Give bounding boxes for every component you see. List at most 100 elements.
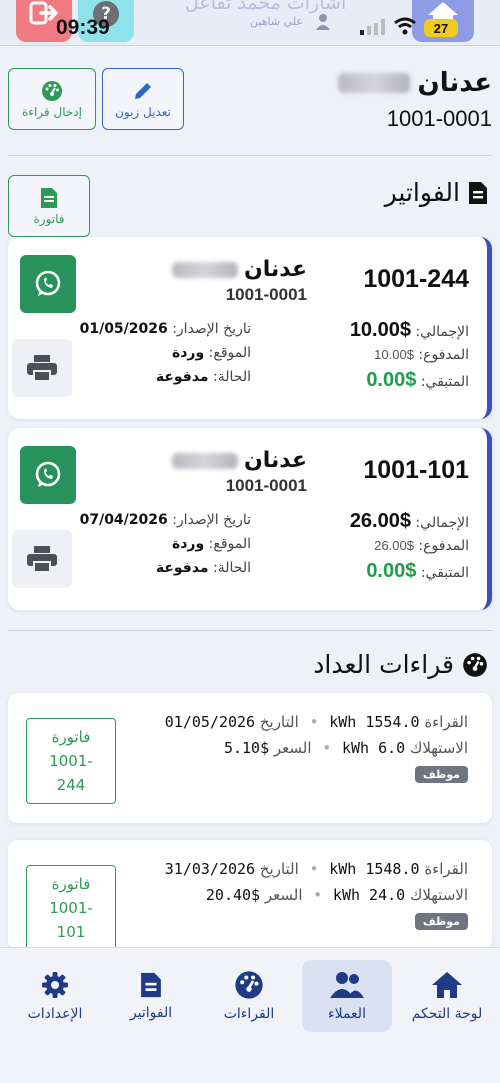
separator-dot: • bbox=[322, 739, 332, 757]
gauge-icon bbox=[235, 971, 263, 999]
reading-invoice-link[interactable]: فاتورة 1001- 101 bbox=[26, 865, 116, 951]
issue-date-label: تاريخ الإصدار: bbox=[172, 512, 251, 528]
total-label: الإجمالي: bbox=[415, 515, 469, 531]
invoice-remaining-row: المتبقي: $0.00 bbox=[366, 369, 469, 392]
invoice-remaining: $0.00 bbox=[366, 560, 417, 582]
status-ghost-subtitle: علي شاهين bbox=[250, 15, 303, 28]
add-invoice-label: فاتورة bbox=[33, 211, 65, 226]
invoice-total: $10.00 bbox=[349, 319, 411, 341]
readings-section-title: قراءات العداد bbox=[313, 650, 488, 679]
invoice-status-row: الحالة: مدفوعة bbox=[156, 369, 251, 385]
whatsapp-button[interactable] bbox=[20, 446, 76, 504]
reading-invoice-label: فاتورة bbox=[51, 875, 91, 893]
invoice-issue-date-row: تاريخ الإصدار: 01/05/2026 bbox=[80, 321, 251, 337]
print-button[interactable] bbox=[12, 530, 72, 588]
battery-icon: 27 bbox=[424, 19, 458, 37]
nav-readings[interactable]: القراءات bbox=[204, 960, 294, 1032]
invoice-remaining: $0.00 bbox=[366, 369, 417, 391]
invoice-customer-name: عدنان bbox=[171, 257, 307, 282]
invoice-status: مدفوعة bbox=[155, 369, 209, 385]
bottom-navigation: لوحة التحكم العملاء القراءات الفواتير ال… bbox=[0, 947, 500, 1083]
reading-consumption-row: الاستهلاك 6.0 kWh • السعر $5.10 bbox=[224, 739, 468, 757]
invoice-icon bbox=[469, 181, 487, 204]
invoice-paid-row: المدفوع: $26.00 bbox=[374, 538, 469, 554]
pencil-icon bbox=[135, 82, 151, 99]
reading-label: القراءة bbox=[424, 860, 468, 878]
reading-price: $5.10 bbox=[223, 739, 270, 757]
status-label: الحالة: bbox=[213, 560, 251, 576]
invoice-location-row: الموقع: وردة bbox=[172, 345, 251, 361]
invoice-total-row: الإجمالي: $10.00 bbox=[350, 319, 469, 342]
divider bbox=[8, 155, 492, 156]
reading-value-row: القراءة 1548.0 kWh • التاريخ 31/03/2026 bbox=[165, 860, 468, 878]
nav-dashboard-label: لوحة التحكم bbox=[411, 1006, 483, 1022]
customer-name: عدنان bbox=[337, 68, 493, 98]
invoice-total-row: الإجمالي: $26.00 bbox=[350, 510, 469, 533]
enter-reading-button[interactable]: إدخال قراءة bbox=[8, 68, 96, 130]
wifi-icon bbox=[394, 17, 416, 35]
reading-consumption-row: الاستهلاك 24.0 kWh • السعر $20.40 bbox=[206, 886, 468, 904]
invoice-customer-first-name: عدنان bbox=[243, 257, 307, 282]
add-invoice-button[interactable]: فاتورة bbox=[8, 175, 90, 237]
nav-settings[interactable]: الإعدادات bbox=[10, 960, 100, 1032]
print-button[interactable] bbox=[12, 339, 72, 397]
status-ghost-title: اشارات محمد تفاعل bbox=[185, 0, 347, 14]
gauge-icon bbox=[42, 80, 62, 101]
paid-label: المدفوع: bbox=[418, 538, 469, 554]
consumption-label: الاستهلاك bbox=[409, 739, 468, 757]
nav-readings-label: القراءات bbox=[223, 1006, 275, 1022]
invoice-card[interactable]: 1001-244 عدنان 1001-0001 الإجمالي: $10.0… bbox=[8, 237, 492, 419]
reading-consumption: 6.0 kWh bbox=[341, 739, 406, 757]
nav-customers-label: العملاء bbox=[328, 1006, 366, 1022]
nav-invoices-label: الفواتير bbox=[129, 1005, 173, 1021]
printer-icon bbox=[27, 546, 57, 573]
location-label: الموقع: bbox=[208, 536, 251, 552]
invoice-location: وردة bbox=[171, 536, 205, 552]
readings-title-text: قراءات العداد bbox=[313, 650, 454, 679]
status-label: الحالة: bbox=[213, 369, 251, 385]
invoice-number: 1001-244 bbox=[363, 265, 469, 293]
reading-card: فاتورة 1001- 101 القراءة 1548.0 kWh • ال… bbox=[8, 840, 492, 951]
invoices-title-text: الفواتير bbox=[384, 178, 460, 207]
paid-label: المدفوع: bbox=[418, 347, 469, 363]
invoice-status-row: الحالة: مدفوعة bbox=[156, 560, 251, 576]
blurred-surname bbox=[171, 452, 238, 469]
printer-icon bbox=[27, 355, 57, 382]
separator-dot: • bbox=[309, 860, 319, 878]
invoice-paid-row: المدفوع: $10.00 bbox=[374, 347, 469, 363]
invoice-icon bbox=[41, 187, 57, 208]
price-label: السعر bbox=[264, 886, 303, 904]
reading-invoice-link[interactable]: فاتورة 1001- 244 bbox=[26, 718, 116, 804]
date-label: التاريخ bbox=[259, 860, 299, 878]
signal-icon bbox=[360, 19, 385, 35]
reading-card: فاتورة 1001- 244 القراءة 1554.0 kWh • ال… bbox=[8, 693, 492, 823]
nav-invoices[interactable]: الفواتير bbox=[106, 960, 196, 1032]
nav-dashboard[interactable]: لوحة التحكم bbox=[402, 960, 492, 1032]
whatsapp-icon bbox=[35, 461, 61, 487]
issue-date-label: تاريخ الإصدار: bbox=[172, 321, 251, 337]
nav-customers[interactable]: العملاء bbox=[302, 960, 392, 1032]
whatsapp-button[interactable] bbox=[20, 255, 76, 313]
home-icon bbox=[432, 972, 462, 998]
gauge-icon bbox=[463, 652, 487, 677]
invoice-number: 1001-101 bbox=[363, 456, 469, 484]
reading-value: 1554.0 kWh bbox=[329, 713, 420, 731]
invoice-card[interactable]: 1001-101 عدنان 1001-0001 الإجمالي: $26.0… bbox=[8, 428, 492, 610]
invoice-icon bbox=[141, 972, 161, 998]
invoice-location-row: الموقع: وردة bbox=[172, 536, 251, 552]
separator-dot: • bbox=[309, 713, 319, 731]
reading-invoice-label: فاتورة bbox=[51, 728, 91, 746]
separator-dot: • bbox=[313, 886, 323, 904]
blurred-surname bbox=[337, 73, 410, 93]
edit-customer-button[interactable]: تعديل زبون bbox=[102, 68, 184, 130]
divider bbox=[8, 630, 492, 631]
reading-value: 1548.0 kWh bbox=[329, 860, 420, 878]
invoice-paid: $10.00 bbox=[374, 347, 414, 362]
remaining-label: المتبقي: bbox=[420, 565, 469, 581]
customer-first-name: عدنان bbox=[417, 68, 493, 98]
total-label: الإجمالي: bbox=[415, 324, 469, 340]
users-icon bbox=[330, 972, 364, 998]
reading-date: 01/05/2026 bbox=[164, 713, 256, 731]
status-time: 09:39 bbox=[56, 16, 110, 39]
reading-invoice-number-part2: 244 bbox=[56, 776, 86, 794]
